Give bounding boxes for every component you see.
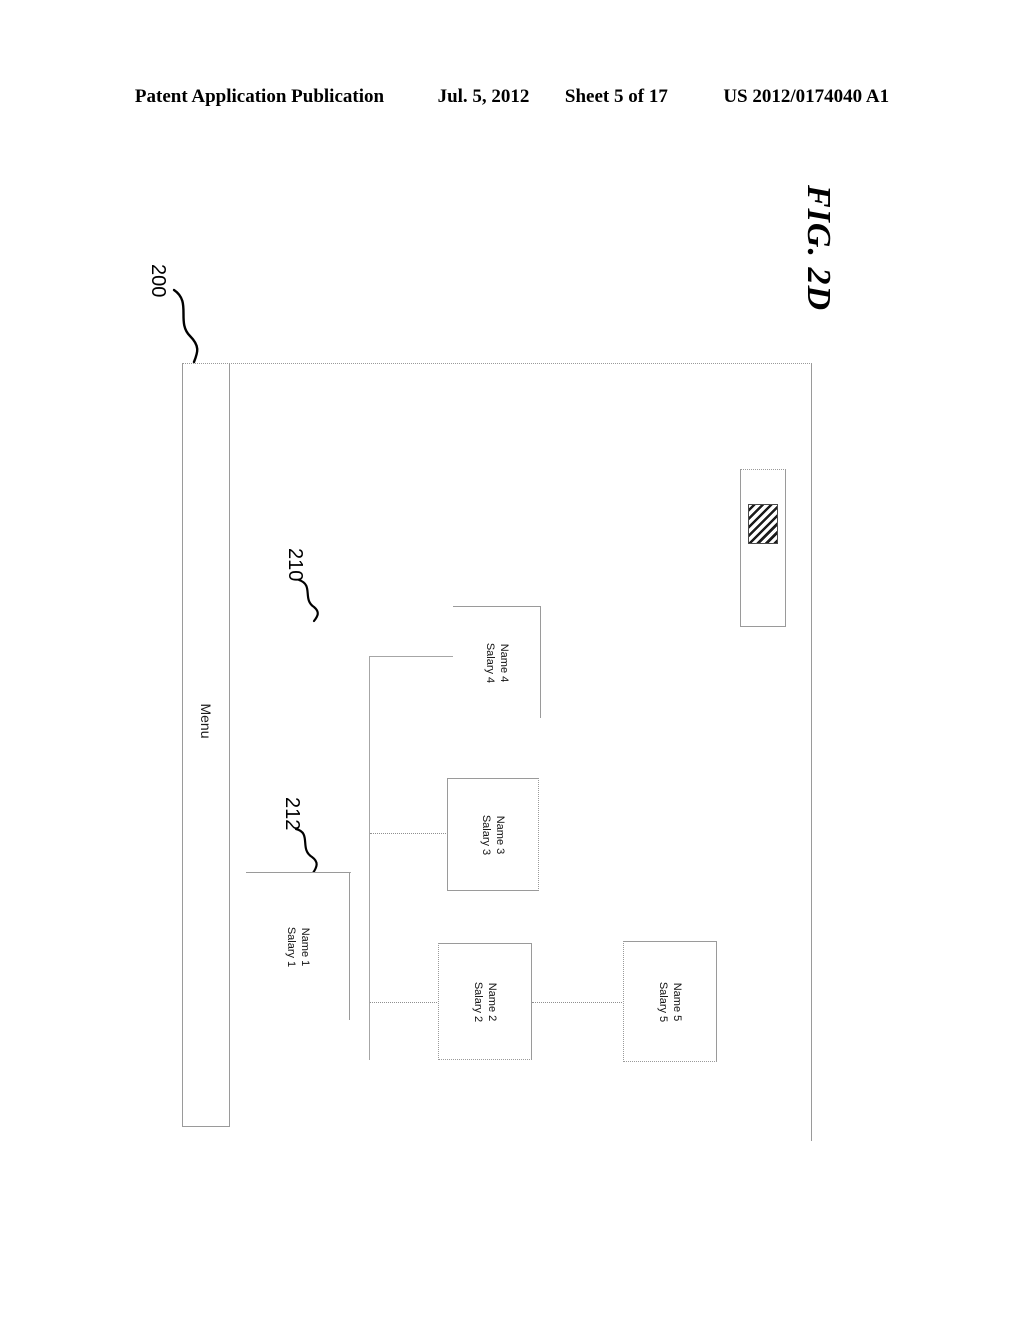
tree-node-1-label: Name 1 Salary 1 bbox=[284, 926, 312, 966]
application-window: Menu Name 1 Salary 1 Name 2 Salary 2 Nam… bbox=[182, 363, 812, 1141]
tree-connector-node2 bbox=[370, 1002, 439, 1003]
tree-node-5-name: Name 5 bbox=[671, 982, 683, 1021]
scrollbar-thumb[interactable] bbox=[748, 504, 778, 544]
tree-node-1-salary: Salary 1 bbox=[284, 926, 297, 967]
menu-bar-label[interactable]: Menu bbox=[195, 675, 217, 767]
header-date: Jul. 5, 2012 bbox=[437, 86, 530, 107]
figure-label: FIG. 2D bbox=[800, 184, 837, 312]
tree-node-5[interactable]: Name 5 Salary 5 bbox=[623, 941, 717, 1062]
page-header: Patent Application Publication Jul. 5, 2… bbox=[0, 86, 1024, 108]
tree-node-4-label: Name 4 Salary 4 bbox=[483, 642, 511, 682]
tree-node-2-label: Name 2 Salary 2 bbox=[471, 981, 499, 1021]
tree-node-1-name: Name 1 bbox=[298, 927, 311, 966]
tree-node-3-salary: Salary 3 bbox=[480, 814, 492, 855]
tree-connector-trunk bbox=[369, 656, 370, 1060]
window-border-top bbox=[182, 363, 812, 364]
reference-numeral-200: 200 bbox=[147, 264, 169, 298]
window-border-right bbox=[811, 363, 812, 1141]
tree-node-2-salary: Salary 2 bbox=[472, 981, 484, 1022]
header-publication: Patent Application Publication bbox=[134, 86, 385, 107]
tree-connector-node3 bbox=[370, 833, 448, 834]
tree-node-2-name: Name 2 bbox=[486, 982, 498, 1021]
tree-node-5-label: Name 5 Salary 5 bbox=[656, 981, 684, 1021]
header-patent-number: US 2012/0174040 A1 bbox=[723, 86, 890, 107]
leader-line-200 bbox=[170, 288, 230, 368]
menu-bar[interactable]: Menu bbox=[182, 363, 230, 1127]
tree-node-3-label: Name 3 Salary 3 bbox=[479, 814, 507, 854]
tree-node-3[interactable]: Name 3 Salary 3 bbox=[447, 778, 539, 891]
tree-node-5-salary: Salary 5 bbox=[657, 981, 669, 1022]
tree-node-4-name: Name 4 bbox=[497, 643, 510, 682]
tree-node-4-salary: Salary 4 bbox=[483, 642, 496, 683]
tree-node-2[interactable]: Name 2 Salary 2 bbox=[438, 943, 532, 1060]
tree-node-1[interactable]: Name 1 Salary 1 bbox=[246, 872, 350, 1020]
scrollbar-track[interactable] bbox=[740, 469, 786, 627]
tree-node-3-name: Name 3 bbox=[494, 815, 506, 854]
tree-connector-node4 bbox=[370, 656, 454, 657]
header-sheet: Sheet 5 of 17 bbox=[564, 86, 668, 107]
tree-connector-node2-node5 bbox=[532, 1002, 624, 1003]
tree-node-4[interactable]: Name 4 Salary 4 bbox=[453, 606, 541, 718]
